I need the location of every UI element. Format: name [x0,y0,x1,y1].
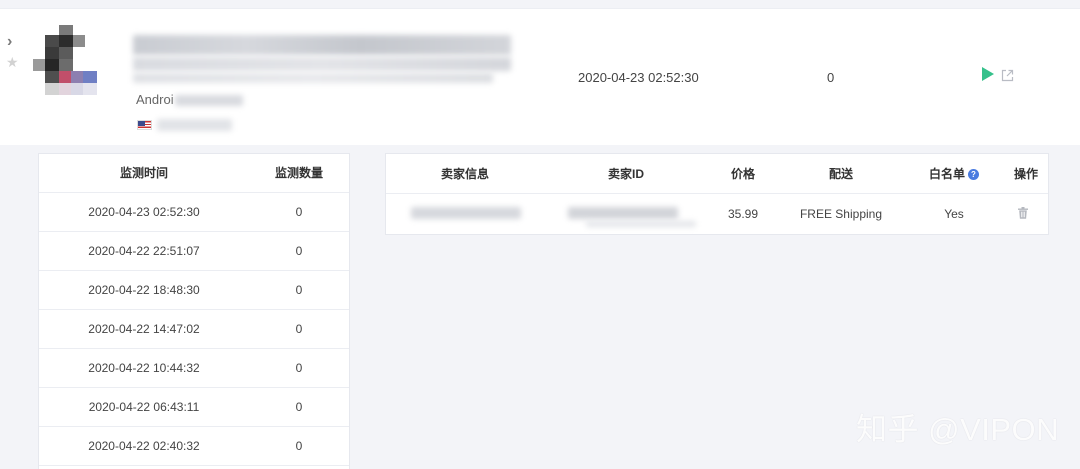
row-time: 2020-04-23 02:52:30 [88,205,200,219]
product-title-redacted-line2 [133,57,511,71]
seller-table: 卖家信息 卖家ID 价格 配送 白名单? 操作 35.99 FREE Shipp… [385,153,1049,235]
row-count: 0 [295,205,303,219]
play-icon[interactable] [982,67,994,81]
watermark: 知乎 @VIPON [856,412,1060,447]
header-whitelist-label: 白名单 [928,167,965,181]
row-time: 2020-04-22 14:47:02 [88,322,200,336]
row-count: 0 [295,283,303,297]
row-count: 0 [295,439,303,453]
seller-header: 卖家信息 卖家ID 价格 配送 白名单? 操作 [386,154,1048,194]
history-header: 监测时间 监测数量 [39,154,349,193]
external-link-icon[interactable] [1001,69,1014,82]
seller-price: 35.99 [727,207,759,221]
product-title-redacted-line3 [133,73,493,83]
row-time: 2020-04-22 10:44:32 [88,361,200,375]
row-count: 0 [295,244,303,258]
chevron-right-icon[interactable]: › [7,34,19,50]
row-time: 2020-04-22 06:43:11 [88,400,200,414]
marketplace-redacted [157,119,232,131]
trash-icon[interactable] [1018,207,1028,219]
table-row: 2020-04-22 18:48:30 0 [39,271,349,310]
header-action: 操作 [1013,167,1038,181]
table-row: 2020-04-22 06:43:11 0 [39,388,349,427]
seller-shipping: FREE Shipping [799,207,883,221]
star-icon[interactable]: ★ [6,55,19,69]
header-whitelist: 白名单? [904,154,1004,194]
header-seller-id: 卖家ID [607,167,644,181]
row-count: 0 [295,400,303,414]
seller-whitelist: Yes [944,207,964,221]
row-time: 2020-04-22 18:48:30 [88,283,200,297]
platform-redacted [175,95,243,106]
row-time: 2020-04-22 22:51:07 [88,244,200,258]
monitor-history-table: 监测时间 监测数量 2020-04-23 02:52:30 0 2020-04-… [38,153,350,469]
row-count: 0 [295,322,303,336]
product-title-redacted[interactable] [133,35,511,55]
table-row: 2020-04-22 02:40:32 0 [39,427,349,466]
table-row: 2020-04-23 02:52:30 0 [39,193,349,232]
latest-detect-time: 2020-04-23 02:52:30 [578,70,699,85]
table-row: 2020-04-22 22:51:07 0 [39,232,349,271]
table-row: 2020-04-22 14:47:02 0 [39,310,349,349]
header-price: 价格 [730,167,755,181]
table-row: 2020-04-22 10:44:32 0 [39,349,349,388]
row-count: 0 [295,361,303,375]
seller-id-redacted-tail [586,221,696,227]
row-time: 2020-04-22 02:40:32 [88,439,200,453]
header-seller-info: 卖家信息 [440,167,489,181]
latest-detect-count: 0 [827,70,835,85]
header-monitor-time: 监测时间 [119,166,168,180]
platform-text: Androi [136,92,174,106]
seller-name-redacted[interactable] [411,207,521,219]
question-circle-icon[interactable]: ? [968,169,979,180]
header-monitor-count: 监测数量 [274,166,323,180]
product-thumbnail [33,21,101,97]
seller-id-redacted [568,207,678,219]
product-row: › ★ Androi 2020-04-23 02:52:30 0 [0,8,1080,145]
us-flag-icon [137,120,152,130]
header-shipping: 配送 [828,167,853,181]
table-row: 35.99 FREE Shipping Yes [386,194,1048,234]
